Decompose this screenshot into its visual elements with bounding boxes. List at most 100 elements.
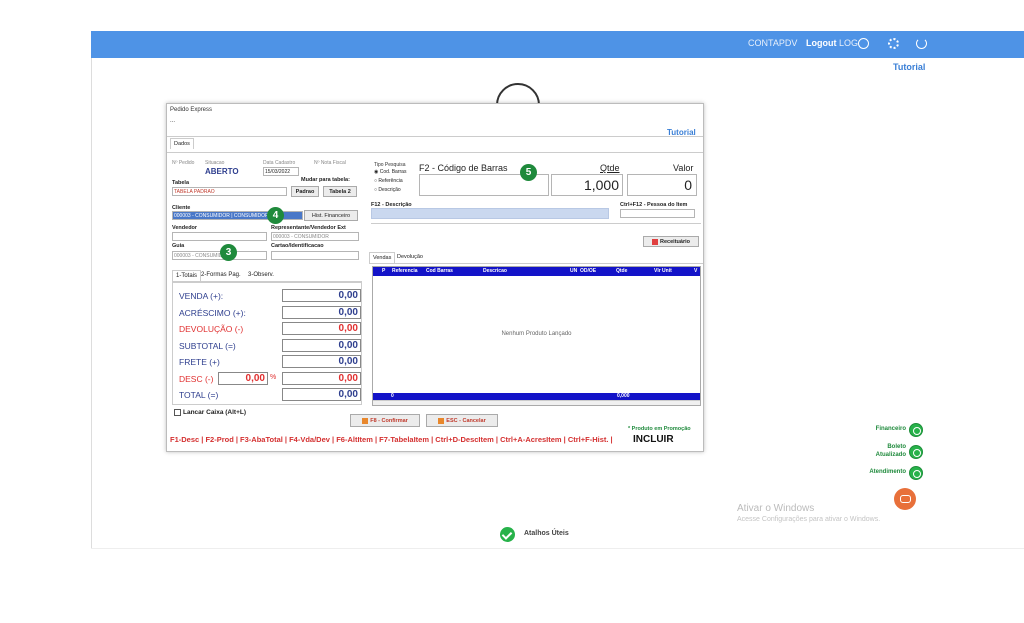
divider xyxy=(369,263,703,264)
gear-icon[interactable] xyxy=(888,38,899,49)
window-title: Pedido Express xyxy=(170,107,213,113)
log-link[interactable]: LOG xyxy=(839,38,858,48)
confirmar-button[interactable]: F8 - Confirmar xyxy=(350,414,420,427)
situacao-label: Situacao xyxy=(205,160,225,166)
radio-descricao-label: Descrição xyxy=(378,187,401,193)
tipo-pesquisa-label: Tipo Pesquisa xyxy=(374,162,406,168)
check-icon xyxy=(500,527,515,542)
lancar-caixa-checkbox[interactable] xyxy=(174,409,181,416)
qtde-input[interactable]: 1,000 xyxy=(551,174,623,196)
situacao-value: ABERTO xyxy=(205,167,239,176)
valor-label: Valor xyxy=(673,163,694,173)
col-descricao[interactable]: Descricao xyxy=(483,268,507,274)
confirmar-icon xyxy=(362,417,369,424)
boleto-label[interactable]: Boleto xyxy=(858,444,906,450)
devolucao-value: 0,00 xyxy=(282,322,361,335)
windows-activation-title: Ativar o Windows xyxy=(737,503,815,514)
cartao-field[interactable] xyxy=(271,251,359,260)
col-un[interactable]: UN xyxy=(570,268,577,274)
radio-referencia-label: Referência xyxy=(378,178,403,184)
divider xyxy=(167,152,703,153)
radio-cod-barras[interactable]: ◉ Cod. Barras xyxy=(374,169,406,175)
chat-icon[interactable] xyxy=(894,488,916,510)
atalhos-uteis-link[interactable]: Atalhos Úteis xyxy=(524,530,569,537)
desc-percent-field[interactable]: 0,00 xyxy=(218,372,268,385)
radio-referencia[interactable]: ○ Referência xyxy=(374,178,403,184)
nota-fiscal-label: Nº Nota Fiscal xyxy=(314,160,346,166)
tab-vendas[interactable]: Vendas xyxy=(369,252,396,263)
whatsapp-icon[interactable] xyxy=(909,423,923,437)
whatsapp-icon[interactable] xyxy=(909,466,923,480)
divider xyxy=(371,223,701,224)
acrescimo-label: ACRÉSCIMO (+): xyxy=(179,308,246,318)
function-keys-bar: F1-Desc | F2-Prod | F3-AbaTotal | F4-Vda… xyxy=(170,435,613,444)
financeiro-label[interactable]: Financeiro xyxy=(858,426,906,432)
tab-formas-pag[interactable]: 2-Formas Pag. xyxy=(201,272,241,278)
guia-label: Guia xyxy=(172,243,185,249)
total-value: 0,00 xyxy=(282,388,361,401)
window-subtitle: ... xyxy=(170,118,176,124)
incluir-status: INCLUIR xyxy=(633,434,674,445)
col-p[interactable]: P xyxy=(382,268,385,274)
horizontal-scrollbar[interactable] xyxy=(373,400,700,405)
promocao-note: * Produto em Promoção xyxy=(628,426,691,432)
receituario-button[interactable]: Receituário xyxy=(643,236,699,247)
padrao-button[interactable]: Padrao xyxy=(291,186,319,197)
cancelar-label: ESC - Cancelar xyxy=(446,418,486,424)
marker-5: 5 xyxy=(520,164,537,181)
marker-3: 3 xyxy=(220,244,237,261)
frete-value[interactable]: 0,00 xyxy=(282,355,361,368)
subtotal-value: 0,00 xyxy=(282,339,361,352)
contapdv-link[interactable]: CONTAPDV xyxy=(748,38,797,48)
col-v[interactable]: V xyxy=(694,268,697,274)
subtotal-label: SUBTOTAL (=) xyxy=(179,341,236,351)
tab-devolucao[interactable]: Devolução xyxy=(397,254,423,260)
col-cod-barras[interactable]: Cod Barras xyxy=(426,268,453,274)
cancelar-button[interactable]: ESC - Cancelar xyxy=(426,414,498,427)
qtde-label: Qtde xyxy=(600,163,620,173)
items-grid[interactable]: P Referencia Cod Barras Descricao UN OD/… xyxy=(372,266,701,406)
divider xyxy=(91,548,1024,549)
cancelar-icon xyxy=(438,417,445,424)
col-qtde[interactable]: Qtde xyxy=(616,268,627,274)
pessoa-item-label: Ctrl+F12 - Pessoa do Item xyxy=(620,202,688,208)
tab-observ[interactable]: 3-Observ. xyxy=(248,272,274,278)
atendimento-label[interactable]: Atendimento xyxy=(858,469,906,475)
tabela-field[interactable]: TABELA PADRAO xyxy=(172,187,287,196)
vendedor-field[interactable] xyxy=(172,232,267,241)
representante-label: Representante/Vendedor Ext xyxy=(271,225,346,231)
descricao-field[interactable] xyxy=(371,208,609,219)
divider xyxy=(91,58,92,548)
representante-field[interactable]: 000003 - CONSUMIDOR xyxy=(271,232,359,241)
grid-footer-count: 0 xyxy=(391,393,394,399)
grid-header: P Referencia Cod Barras Descricao UN OD/… xyxy=(373,267,700,276)
col-referencia[interactable]: Referencia xyxy=(392,268,418,274)
logout-link[interactable]: Logout xyxy=(806,38,837,48)
n-pedido-label: Nº Pedido xyxy=(172,160,195,166)
tutorial-link[interactable]: Tutorial xyxy=(893,62,925,72)
acrescimo-value: 0,00 xyxy=(282,306,361,319)
radio-cod-barras-label: Cod. Barras xyxy=(379,169,407,175)
tabela2-button[interactable]: Tabela 2 xyxy=(323,186,357,197)
total-label: TOTAL (=) xyxy=(179,390,219,400)
whatsapp-icon[interactable] xyxy=(909,445,923,459)
tab-totais[interactable]: 1-Totais xyxy=(172,270,202,281)
col-od-oe[interactable]: OD/OE xyxy=(580,268,596,274)
col-vlr-unit[interactable]: Vlr Unit xyxy=(654,268,672,274)
totals-panel: VENDA (+): 0,00 ACRÉSCIMO (+): 0,00 DEVO… xyxy=(172,282,362,405)
power-icon[interactable] xyxy=(916,38,927,49)
hist-financeiro-button[interactable]: Hist. Financeiro xyxy=(304,210,358,221)
grid-footer-total: 0,000 xyxy=(617,393,630,399)
tab-dados[interactable]: Dados xyxy=(170,138,194,149)
valor-input[interactable]: 0 xyxy=(627,174,697,196)
pessoa-item-field[interactable] xyxy=(620,209,695,218)
user-icon[interactable] xyxy=(858,38,869,49)
data-cadastro-field[interactable]: 15/03/2022 xyxy=(263,167,299,176)
radio-descricao[interactable]: ○ Descrição xyxy=(374,187,401,193)
windows-activation-subtitle: Acesse Configurações para ativar o Windo… xyxy=(737,516,881,523)
desc-value[interactable]: 0,00 xyxy=(282,372,361,385)
venda-value: 0,00 xyxy=(282,289,361,302)
data-cadastro-label: Data Cadastro xyxy=(263,160,296,166)
frete-label: FRETE (+) xyxy=(179,357,220,367)
atualizado-label[interactable]: Atualizado xyxy=(858,452,906,458)
